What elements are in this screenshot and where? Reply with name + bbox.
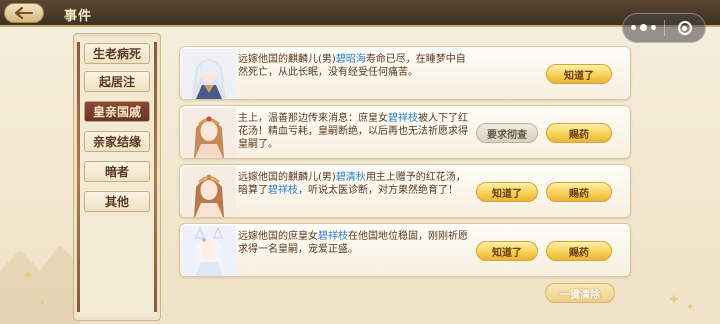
- back-arrow-icon: [14, 6, 33, 20]
- more-dots-icon[interactable]: [623, 24, 664, 31]
- character-name: 碧昭海: [335, 54, 366, 65]
- character-name: 碧清秋: [335, 172, 366, 183]
- sparkle-icon: ✦: [22, 268, 34, 284]
- avatar: [182, 226, 236, 276]
- sparkle-icon: ✦: [38, 298, 47, 309]
- back-button[interactable]: [4, 3, 44, 23]
- sidebar-item-aging-death[interactable]: 生老病死: [84, 43, 150, 64]
- acknowledge-button[interactable]: 知道了: [546, 64, 612, 84]
- event-card: 主上，温善那边传来消息：庶皇女碧祥枝被人下了红花汤！精血亏耗，皇嗣断绝，以后再也…: [179, 105, 631, 159]
- sidebar-item-label: 其他: [104, 195, 129, 209]
- sidebar-item-daily-record[interactable]: 起居注: [84, 71, 150, 92]
- character-name: 碧祥枝: [388, 113, 418, 124]
- sidebar-item-label: 亲家结缘: [92, 135, 141, 149]
- sidebar-item-label: 起居注: [98, 75, 135, 89]
- sidebar-item-label: 生老病死: [92, 47, 141, 61]
- investigate-button[interactable]: 要求彻查: [476, 123, 538, 143]
- clear-all-button[interactable]: 一键清除: [545, 283, 615, 303]
- page-title: 事件: [64, 9, 93, 24]
- avatar: [182, 167, 236, 217]
- category-sidebar: 生老病死 起居注 皇亲国戚 亲家结缘 暗者 其他: [73, 33, 161, 321]
- sidebar-item-other[interactable]: 其他: [84, 191, 150, 212]
- sidebar-item-shadow[interactable]: 暗者: [84, 161, 150, 182]
- grant-medicine-button[interactable]: 赐药: [546, 182, 612, 202]
- avatar: [182, 49, 236, 99]
- event-message: 主上，温善那边传来消息：庶皇女碧祥枝被人下了红花汤！精血亏耗，皇嗣断绝，以后再也…: [238, 113, 468, 150]
- character-name: 碧祥枝: [318, 231, 348, 242]
- event-message: 远嫁他国的庶皇女碧祥枝在他国地位稳固，刚刚祈愿求得一名皇嗣，宠爱正盛。: [238, 231, 468, 255]
- sidebar-item-royal-relatives[interactable]: 皇亲国戚: [84, 101, 150, 122]
- sidebar-item-label: 暗者: [104, 165, 129, 179]
- event-card: 远嫁他国的麒麟儿(男)碧清秋用主上赠予的红花汤，暗算了碧祥枝，听说太医诊断，对方…: [179, 164, 631, 218]
- grant-medicine-button[interactable]: 赐药: [546, 123, 612, 143]
- event-message: 远嫁他国的麒麟儿(男)碧昭海寿命已尽，在睡梦中自然死亡，从此长眠，没有经受任何痛…: [238, 54, 466, 78]
- avatar: [182, 108, 236, 158]
- sidebar-item-in-law-ties[interactable]: 亲家结缘: [84, 131, 150, 152]
- acknowledge-button[interactable]: 知道了: [476, 182, 538, 202]
- event-message: 远嫁他国的麒麟儿(男)碧清秋用主上赠予的红花汤，暗算了碧祥枝，听说太医诊断，对方…: [238, 172, 466, 196]
- target-close-icon[interactable]: [664, 21, 705, 35]
- top-bar: 事件: [0, 0, 720, 27]
- sparkle-icon: ✦: [668, 292, 680, 308]
- event-card: 远嫁他国的庶皇女碧祥枝在他国地位稳固，刚刚祈愿求得一名皇嗣，宠爱正盛。 知道了 …: [179, 223, 631, 277]
- event-list: 远嫁他国的麒麟儿(男)碧昭海寿命已尽，在睡梦中自然死亡，从此长眠，没有经受任何痛…: [167, 33, 641, 281]
- acknowledge-button[interactable]: 知道了: [476, 241, 538, 261]
- sparkle-icon: ✦: [686, 302, 695, 313]
- event-card: 远嫁他国的麒麟儿(男)碧昭海寿命已尽，在睡梦中自然死亡，从此长眠，没有经受任何痛…: [179, 46, 631, 100]
- sidebar-item-label: 皇亲国戚: [92, 105, 141, 119]
- character-name: 碧祥枝: [268, 185, 298, 196]
- grant-medicine-button[interactable]: 赐药: [546, 241, 612, 261]
